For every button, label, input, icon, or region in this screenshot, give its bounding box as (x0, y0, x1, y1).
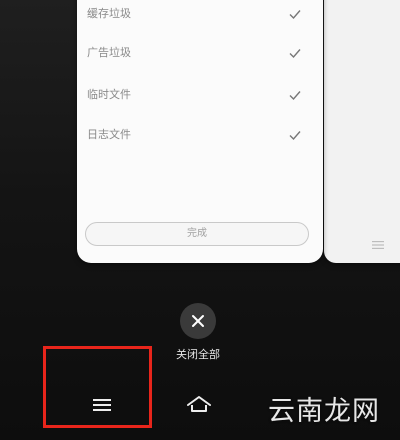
list-item-label: 缓存垃圾 (87, 7, 131, 20)
check-icon (289, 10, 301, 20)
list-item-label: 广告垃圾 (87, 46, 131, 59)
list-item[interactable]: 临时文件 (87, 84, 313, 106)
highlight-annotation (43, 346, 152, 428)
watermark-text: 云南龙网 (268, 396, 380, 427)
close-all-label: 关闭全部 (176, 348, 220, 361)
list-item[interactable]: 日志文件 (87, 124, 313, 146)
list-item-label: 日志文件 (87, 128, 131, 141)
check-icon (289, 91, 301, 101)
list-item-label: 临时文件 (87, 88, 131, 101)
home-icon (187, 396, 211, 412)
done-button[interactable]: 完成 (85, 222, 309, 246)
background-app-card[interactable] (324, 0, 400, 263)
menu-icon (372, 241, 384, 249)
close-all-button[interactable] (180, 303, 216, 339)
recent-apps-screen: 缓存垃圾 广告垃圾 临时文件 日志文件 完成 关闭全部 云南龙网 (0, 0, 400, 440)
check-icon (289, 49, 301, 59)
close-icon (192, 315, 204, 327)
list-item[interactable]: 缓存垃圾 (87, 3, 313, 25)
list-item[interactable]: 广告垃圾 (87, 42, 313, 64)
home-button[interactable] (180, 386, 218, 424)
check-icon (289, 131, 301, 141)
recent-app-card[interactable]: 缓存垃圾 广告垃圾 临时文件 日志文件 完成 (77, 0, 323, 263)
